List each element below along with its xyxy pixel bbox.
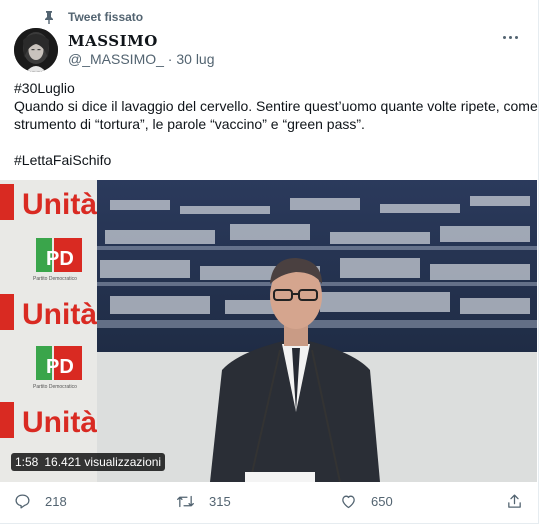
tweet-text-line-2: strumento di “tortura”, le parole “vacci… bbox=[14, 116, 365, 132]
avatar[interactable] bbox=[14, 28, 58, 72]
video-frame: Unità PD Partito Democratico Unità PD Pa… bbox=[0, 180, 537, 482]
more-icon[interactable] bbox=[503, 36, 518, 39]
like-button[interactable]: 650 bbox=[340, 493, 393, 510]
retweet-button[interactable]: 315 bbox=[176, 493, 231, 510]
pin-icon bbox=[42, 10, 56, 24]
pinned-indicator: Tweet fissato bbox=[42, 8, 143, 26]
svg-text:PD: PD bbox=[46, 248, 74, 270]
video-duration: 1:58 bbox=[15, 455, 39, 469]
tweet[interactable]: Tweet fissato MASSIMO @_MASSIMO_ · 30 lu… bbox=[0, 0, 539, 524]
reply-icon bbox=[15, 494, 30, 509]
tweet-text-line-1: Quando si dice il lavaggio del cervello.… bbox=[14, 98, 538, 114]
pd-logo: PD Partito Democratico bbox=[33, 238, 82, 282]
hashtag-30luglio[interactable]: #30Luglio bbox=[14, 79, 75, 97]
like-count: 650 bbox=[371, 494, 393, 509]
like-icon bbox=[342, 495, 355, 509]
svg-text:PD: PD bbox=[46, 356, 74, 378]
video-views: 16.421 visualizzazioni bbox=[44, 455, 162, 469]
video-stats-badge: 1:58 16.421 visualizzazioni bbox=[11, 453, 166, 471]
svg-text:Unità: Unità bbox=[22, 298, 97, 331]
share-icon bbox=[508, 494, 521, 508]
retweet-icon bbox=[177, 495, 194, 508]
author-meta: @_MASSIMO_ · 30 lug bbox=[68, 51, 215, 67]
hashtag-lettafaischifo[interactable]: #LettaFaiSchifo bbox=[14, 151, 111, 169]
share-button[interactable] bbox=[506, 493, 537, 510]
video-player[interactable]: Unità PD Partito Democratico Unità PD Pa… bbox=[0, 180, 537, 482]
meta-separator: · bbox=[167, 51, 173, 67]
pd-logo: PD Partito Democratico bbox=[33, 346, 82, 390]
svg-text:Partito Democratico: Partito Democratico bbox=[33, 384, 77, 390]
tweet-date[interactable]: 30 lug bbox=[176, 51, 214, 67]
author-name[interactable]: MASSIMO bbox=[68, 32, 158, 50]
svg-text:Partito Democratico: Partito Democratico bbox=[33, 276, 77, 282]
reply-button[interactable]: 218 bbox=[14, 493, 67, 510]
author-handle[interactable]: @_MASSIMO_ bbox=[68, 51, 164, 67]
retweet-count: 315 bbox=[209, 494, 231, 509]
action-bar: 218 315 650 bbox=[0, 490, 539, 516]
svg-text:Unità: Unità bbox=[22, 188, 97, 221]
pinned-label: Tweet fissato bbox=[68, 10, 144, 24]
reply-count: 218 bbox=[45, 494, 67, 509]
svg-text:Unità: Unità bbox=[22, 406, 97, 439]
